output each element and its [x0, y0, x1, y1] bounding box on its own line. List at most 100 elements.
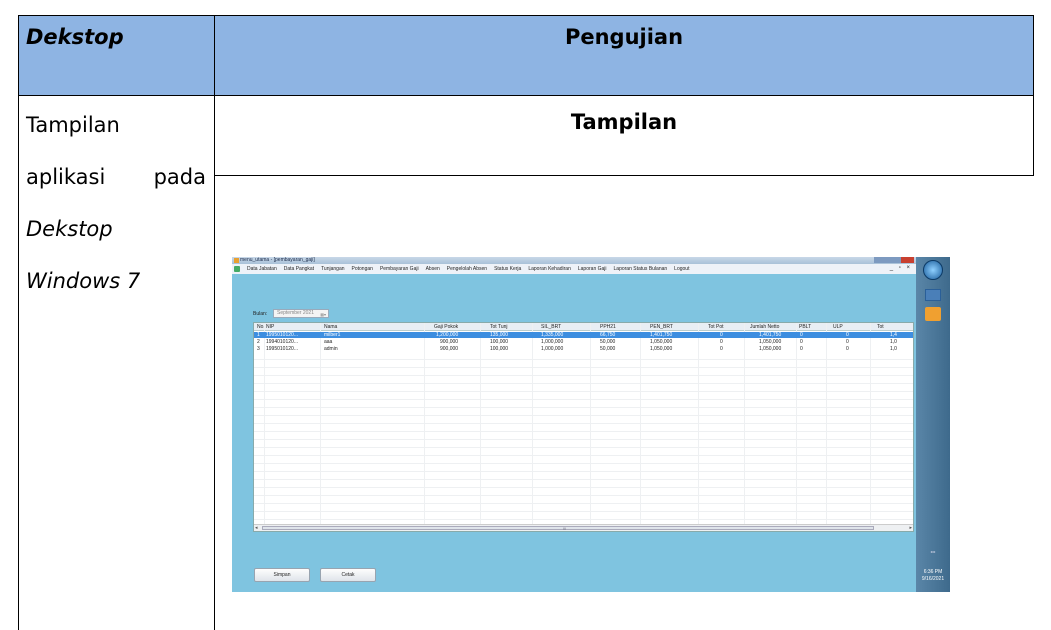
scroll-right-arrow-icon[interactable]: ▸ [909, 525, 912, 531]
table-border-top [18, 15, 1034, 16]
menu-item-potongan[interactable]: Potongan [352, 266, 373, 272]
cetak-button[interactable]: Cetak [320, 568, 376, 582]
scroll-left-arrow-icon[interactable]: ◂ [255, 525, 258, 531]
row-divider [254, 495, 913, 496]
menu-item-data-pangkat[interactable]: Data Pangkat [284, 266, 314, 272]
cell-pen-brt: 1,401,750 [650, 332, 673, 338]
col-header-ulp[interactable]: ULP [833, 324, 843, 330]
header-right-text: Pengujian [564, 25, 684, 49]
row-divider [254, 415, 913, 416]
scroll-grip-icon: III [563, 526, 567, 531]
cell-no: 3 [257, 346, 260, 352]
column-divider [320, 323, 321, 531]
cell-jumlah-netto: 1,050,000 [759, 339, 782, 345]
left-cell-line-1: Tampilan [26, 113, 120, 137]
row-divider [254, 383, 913, 384]
system-tray[interactable]: ◂ ▸ [918, 549, 948, 559]
table-border-middle [214, 15, 215, 630]
cell-pblt: 0 [800, 332, 803, 338]
column-divider [744, 323, 745, 531]
col-header-sil-brt[interactable]: SIL_BRT [541, 324, 561, 330]
row-divider [254, 519, 913, 520]
cell-tot: 1,0 [890, 339, 897, 345]
menu-app-icon [234, 266, 240, 272]
col-header-jumlah-netto[interactable]: Jumlah Netto [750, 324, 779, 330]
row-divider [254, 391, 913, 392]
salary-table[interactable]: No. NIP Nama Gaji Pokok Tot Tunj SIL_BRT… [253, 322, 914, 532]
left-cell-line-3: Dekstop [26, 217, 113, 241]
cell-tot-tunj: 100,000 [490, 346, 509, 352]
cell-nip: 1995010120... [266, 332, 298, 338]
cell-ulp: 0 [846, 332, 849, 338]
simpan-button[interactable]: Simpan [254, 568, 310, 582]
row-divider [254, 423, 913, 424]
scrollbar-thumb[interactable]: III [262, 526, 874, 531]
col-header-tot[interactable]: Tot [877, 324, 884, 330]
row-divider [254, 359, 913, 360]
cell-pph21: 50,000 [600, 339, 616, 345]
cell-pph21: 66,750 [600, 332, 616, 338]
cell-nama: aaa [324, 339, 333, 345]
col-header-nip[interactable]: NIP [266, 324, 274, 330]
cell-ulp: 0 [846, 346, 849, 352]
menu-item-pembayaran-gaji[interactable]: Pembayaran Gaji [380, 266, 419, 272]
windows-taskbar: ◂ ▸ 6:36 PM 9/16/2021 [916, 257, 950, 592]
right-cell-subtitle: Tampilan [570, 110, 678, 134]
header-cell-right: Pengujian [214, 15, 1034, 95]
col-header-nama[interactable]: Nama [324, 324, 337, 330]
taskbar-clock[interactable]: 6:36 PM 9/16/2021 [916, 569, 950, 583]
row-divider [254, 479, 913, 480]
taskbar-window-icon[interactable] [925, 289, 941, 301]
menu-item-logout[interactable]: Logout [674, 266, 689, 272]
menu-item-absen[interactable]: Absen [426, 266, 440, 272]
row-divider [254, 431, 913, 432]
column-divider [424, 323, 425, 531]
horizontal-scrollbar[interactable]: ◂ III ▸ [254, 524, 913, 531]
menu-item-data-jabatan[interactable]: Data Jabatan [247, 266, 277, 272]
header-left-text: Dekstop [26, 25, 124, 49]
menu-item-pengelolah-absen[interactable]: Pengelolah Absen [447, 266, 487, 272]
window-controls [874, 257, 914, 263]
row-divider [254, 503, 913, 504]
menu-item-status-kerja[interactable]: Status Kerja [494, 266, 521, 272]
menu-item-laporan-gaji[interactable]: Laporan Gaji [578, 266, 607, 272]
cell-tot: 1,4 [890, 332, 897, 338]
cell-sil-brt: 1,000,000 [541, 339, 564, 345]
menu-item-tunjangan[interactable]: Tunjangan [321, 266, 344, 272]
start-orb-icon[interactable] [923, 260, 943, 280]
column-divider [480, 323, 481, 531]
close-button[interactable] [900, 257, 914, 263]
cell-no: 1 [257, 332, 260, 338]
cell-pen-brt: 1,050,000 [650, 346, 673, 352]
column-divider [640, 323, 641, 531]
bulan-month-picker[interactable]: September 2021 ▦▾ [273, 309, 329, 318]
taskbar-folder-icon[interactable] [925, 307, 941, 321]
col-header-gaji-pokok[interactable]: Gaji Pokok [434, 324, 458, 330]
cell-gaji-pokok: 1,200,000 [436, 332, 459, 338]
column-divider [590, 323, 591, 531]
maximize-button[interactable] [887, 257, 901, 263]
main-content: Bulan: September 2021 ▦▾ No. NIP Nama Ga… [232, 274, 916, 592]
row-divider [254, 447, 913, 448]
calendar-icon[interactable]: ▦▾ [320, 311, 326, 318]
minimize-button[interactable] [874, 257, 888, 263]
mdi-window-controls[interactable]: _ ▫ × [890, 265, 912, 271]
menu-item-laporan-kehadiran[interactable]: Laporan Kehadiran [528, 266, 571, 272]
table-row[interactable]: 1 1995010120... milber1 1,200,000 135,00… [254, 332, 913, 338]
row-divider [254, 487, 913, 488]
cell-pph21: 50,000 [600, 346, 616, 352]
clock-time: 6:36 PM [923, 569, 943, 575]
menu-item-laporan-status-bulanan[interactable]: Laporan Status Bulanan [614, 266, 668, 272]
cell-tot-tunj: 100,000 [490, 339, 509, 345]
col-header-pen-brt[interactable]: PEN_BRT [650, 324, 673, 330]
col-header-pph21[interactable]: PPH21 [600, 324, 616, 330]
cell-pblt: 0 [800, 346, 803, 352]
bulan-label: Bulan: [253, 311, 268, 317]
col-header-tot-tunj[interactable]: Tot Tunj [490, 324, 508, 330]
clock-date: 9/16/2021 [921, 576, 945, 582]
table-row[interactable]: 3 1995010120... admin 900,000 100,000 1,… [254, 346, 913, 352]
col-header-pblt[interactable]: PBLT [799, 324, 811, 330]
col-header-tot-pot[interactable]: Tot Pot [708, 324, 724, 330]
table-row[interactable]: 2 1994010120... aaa 900,000 100,000 1,00… [254, 339, 913, 345]
left-cell-word-aplikasi: aplikasi [26, 165, 106, 189]
